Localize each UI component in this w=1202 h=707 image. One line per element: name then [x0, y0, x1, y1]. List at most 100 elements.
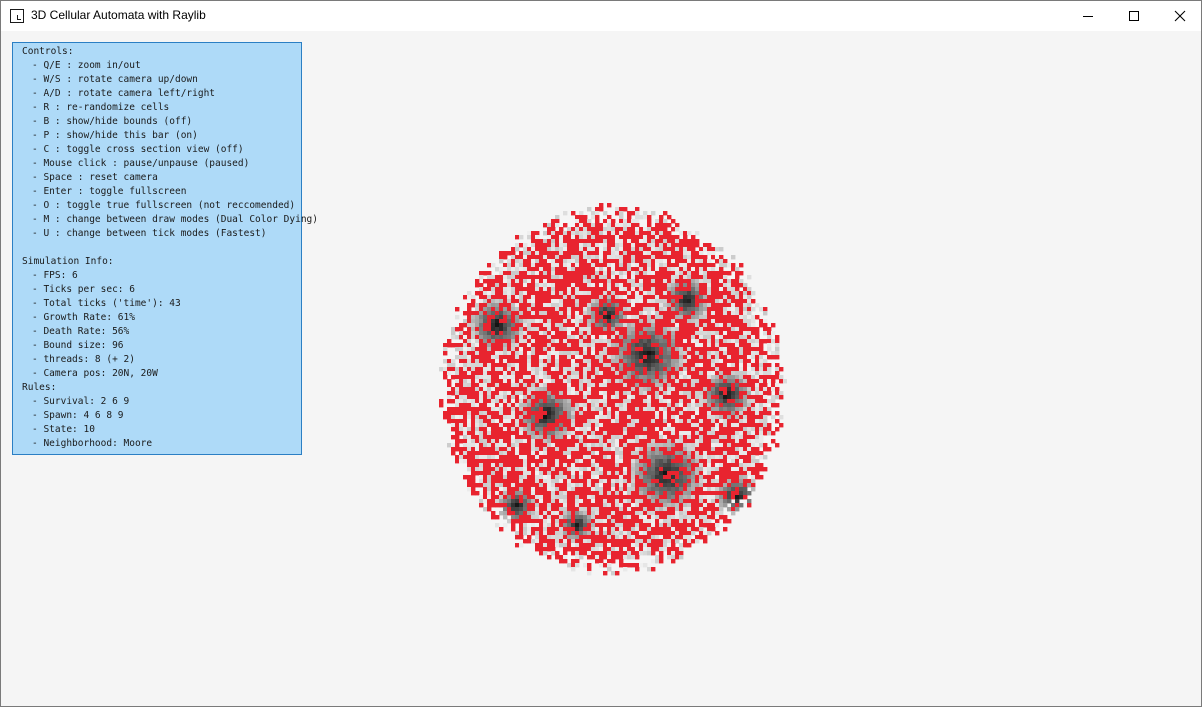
voxel-cell: [743, 323, 748, 328]
voxel-cell: [771, 399, 776, 404]
voxel-cell: [667, 283, 672, 288]
voxel-cell: [627, 407, 632, 412]
voxel-cell: [611, 279, 616, 284]
voxel-cell: [459, 359, 464, 364]
voxel-cell: [559, 295, 564, 300]
voxel-cell: [719, 483, 724, 488]
voxel-cell: [467, 391, 472, 396]
voxel-cell: [667, 415, 672, 420]
voxel-cell: [723, 279, 728, 284]
voxel-cell: [635, 363, 640, 368]
voxel-cell: [507, 379, 512, 384]
voxel-cell: [523, 427, 528, 432]
voxel-cell: [691, 407, 696, 412]
voxel-cell: [739, 279, 744, 284]
voxel-cell: [475, 311, 480, 316]
voxel-cell: [599, 455, 604, 460]
voxel-cell: [599, 351, 604, 356]
voxel-cell: [455, 403, 460, 408]
voxel-cell: [491, 327, 496, 332]
voxel-cell: [627, 323, 632, 328]
voxel-cell: [667, 327, 672, 332]
voxel-cell: [627, 447, 632, 452]
voxel-cell: [647, 339, 652, 344]
render-viewport[interactable]: Controls: - Q/E : zoom in/out - W/S : rota…: [1, 31, 1201, 706]
voxel-cell: [607, 327, 612, 332]
voxel-cell: [595, 459, 600, 464]
voxel-cell: [651, 431, 656, 436]
voxel-cell: [611, 227, 616, 232]
voxel-cell: [655, 471, 660, 476]
voxel-cell: [599, 243, 604, 248]
voxel-cell: [691, 427, 696, 432]
voxel-cell: [695, 403, 700, 408]
voxel-cell: [487, 359, 492, 364]
voxel-cell: [635, 423, 640, 428]
voxel-cell: [519, 275, 524, 280]
voxel-cell: [767, 375, 772, 380]
voxel-cell: [647, 395, 652, 400]
voxel-cell: [751, 419, 756, 424]
voxel-cell: [671, 243, 676, 248]
voxel-cell: [619, 391, 624, 396]
voxel-cell: [691, 335, 696, 340]
voxel-cell: [671, 259, 676, 264]
voxel-cell: [703, 311, 708, 316]
voxel-cell: [491, 383, 496, 388]
voxel-cell: [511, 267, 516, 272]
voxel-cell: [543, 495, 548, 500]
voxel-cell: [623, 287, 628, 292]
minimize-button[interactable]: [1065, 1, 1111, 31]
voxel-cell: [763, 455, 768, 460]
voxel-cell: [583, 235, 588, 240]
voxel-cell: [575, 411, 580, 416]
voxel-cell: [743, 335, 748, 340]
voxel-cell: [667, 367, 672, 372]
voxel-cell: [675, 407, 680, 412]
voxel-cell: [703, 243, 708, 248]
voxel-cell: [739, 475, 744, 480]
voxel-cell: [711, 379, 716, 384]
voxel-cell: [671, 227, 676, 232]
voxel-cell: [555, 403, 560, 408]
voxel-cell: [671, 379, 676, 384]
control-line: - O : toggle true fullscreen (not reccom…: [32, 200, 296, 211]
maximize-button[interactable]: [1111, 1, 1157, 31]
voxel-cell: [631, 419, 636, 424]
voxel-cell: [495, 395, 500, 400]
voxel-cell: [491, 323, 496, 328]
voxel-cell: [747, 451, 752, 456]
voxel-cell: [551, 375, 556, 380]
voxel-cell: [555, 279, 560, 284]
voxel-cell: [595, 235, 600, 240]
voxel-cell: [487, 291, 492, 296]
voxel-cell: [475, 463, 480, 468]
voxel-cell: [543, 467, 548, 472]
voxel-cell: [715, 475, 720, 480]
voxel-cell: [471, 339, 476, 344]
voxel-cell: [483, 307, 488, 312]
voxel-cell: [659, 391, 664, 396]
close-button[interactable]: [1157, 1, 1201, 31]
voxel-cell: [591, 403, 596, 408]
voxel-cell: [711, 427, 716, 432]
voxel-cell: [551, 279, 556, 284]
voxel-cell: [519, 271, 524, 276]
voxel-cell: [603, 375, 608, 380]
voxel-cell: [719, 271, 724, 276]
voxel-cell: [647, 463, 652, 468]
title-bar[interactable]: 3D Cellular Automata with Raylib: [1, 1, 1201, 31]
voxel-cell: [659, 231, 664, 236]
voxel-cell: [651, 291, 656, 296]
voxel-cell: [503, 343, 508, 348]
voxel-cell: [675, 467, 680, 472]
voxel-cell: [571, 327, 576, 332]
voxel-cell: [455, 407, 460, 412]
voxel-cell: [683, 439, 688, 444]
voxel-cell: [699, 295, 704, 300]
voxel-cell: [695, 351, 700, 356]
voxel-cell: [447, 379, 452, 384]
voxel-cell: [627, 311, 632, 316]
voxel-cell: [555, 307, 560, 312]
voxel-cell: [571, 467, 576, 472]
